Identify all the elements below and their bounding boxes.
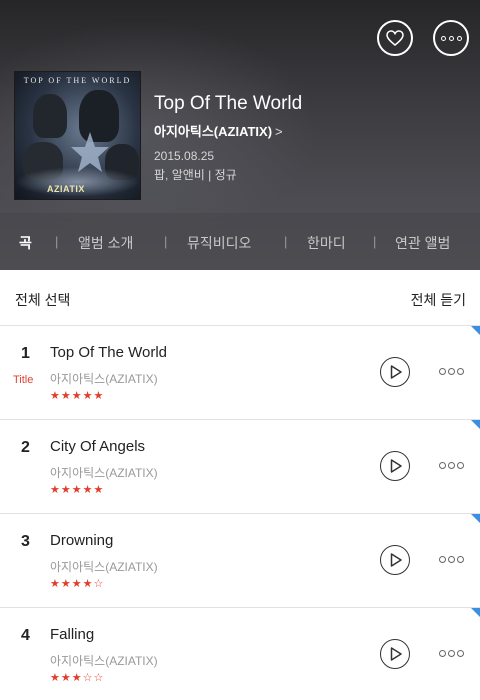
- star-filled-icon: ★: [60, 578, 71, 590]
- track-row[interactable]: 1 Title Top Of The World 아지아틱스(AZIATIX) …: [0, 326, 480, 420]
- track-row[interactable]: 3 Drowning 아지아틱스(AZIATIX) ★ ★ ★ ★ ☆: [0, 514, 480, 608]
- star-empty-icon: ☆: [93, 578, 104, 590]
- star-filled-icon: ★: [82, 484, 93, 496]
- play-all-button[interactable]: 전체 듣기: [411, 290, 466, 310]
- tab-separator: |: [55, 234, 59, 249]
- track-artist: 아지아틱스(AZIATIX): [50, 466, 158, 480]
- chevron-right-icon: >: [275, 124, 283, 139]
- more-options-button[interactable]: [433, 20, 469, 56]
- play-icon: [390, 647, 402, 661]
- track-number: 2: [21, 439, 30, 456]
- corner-marker: [471, 514, 480, 523]
- more-dots-icon[interactable]: [439, 462, 464, 469]
- star-filled-icon: ★: [93, 484, 104, 496]
- star-filled-icon: ★: [71, 390, 82, 402]
- star-filled-icon: ★: [93, 390, 104, 402]
- more-dots-icon: [440, 35, 462, 41]
- more-dots-icon[interactable]: [439, 368, 464, 375]
- star-filled-icon: ★: [50, 390, 60, 402]
- tab-music-video[interactable]: 뮤직비디오: [187, 233, 251, 253]
- play-icon: [390, 553, 402, 567]
- rating-stars: ★ ★ ★ ★ ★: [50, 484, 103, 496]
- tab-separator: |: [284, 234, 288, 249]
- rating-stars: ★ ★ ★ ☆ ☆: [50, 672, 103, 684]
- corner-marker: [471, 420, 480, 429]
- tab-separator: |: [164, 234, 168, 249]
- album-header: TOP OF THE WORLD AZIATIX Top Of The Worl…: [0, 0, 480, 270]
- more-dots-icon[interactable]: [439, 556, 464, 563]
- tab-songs[interactable]: 곡: [19, 233, 32, 253]
- more-dots-icon[interactable]: [439, 650, 464, 657]
- track-title: Falling: [50, 626, 95, 643]
- star-empty-icon: ☆: [82, 672, 93, 684]
- star-filled-icon: ★: [71, 578, 82, 590]
- star-filled-icon: ★: [82, 578, 93, 590]
- track-number: 3: [21, 533, 30, 550]
- play-button[interactable]: [380, 451, 410, 481]
- heart-icon: [386, 30, 404, 46]
- tab-separator: |: [373, 234, 377, 249]
- title-track-badge: Title: [13, 374, 34, 386]
- track-artist: 아지아틱스(AZIATIX): [50, 372, 158, 386]
- tab-album-intro[interactable]: 앨범 소개: [78, 233, 133, 253]
- album-artist-name: 아지아틱스(AZIATIX): [154, 124, 273, 139]
- track-title: City Of Angels: [50, 438, 146, 455]
- release-date: 2015.08.25: [154, 149, 215, 163]
- track-row[interactable]: 4 Falling 아지아틱스(AZIATIX) ★ ★ ★ ☆ ☆: [0, 608, 480, 700]
- track-number: 4: [21, 627, 30, 644]
- album-cover[interactable]: TOP OF THE WORLD AZIATIX: [14, 71, 141, 200]
- star-empty-icon: ☆: [93, 672, 104, 684]
- star-filled-icon: ★: [60, 390, 71, 402]
- rating-stars: ★ ★ ★ ★ ★: [50, 390, 103, 402]
- play-icon: [390, 459, 402, 473]
- star-filled-icon: ★: [60, 672, 71, 684]
- star-filled-icon: ★: [50, 578, 60, 590]
- corner-marker: [471, 608, 480, 617]
- track-title: Drowning: [50, 532, 114, 549]
- star-filled-icon: ★: [71, 672, 82, 684]
- star-filled-icon: ★: [60, 484, 71, 496]
- track-row[interactable]: 2 City Of Angels 아지아틱스(AZIATIX) ★ ★ ★ ★ ★: [0, 420, 480, 514]
- corner-marker: [471, 326, 480, 335]
- album-genre-type: 팝, 알앤비 | 정규: [154, 168, 237, 182]
- track-title: Top Of The World: [50, 344, 167, 361]
- play-icon: [390, 365, 402, 379]
- star-filled-icon: ★: [50, 484, 60, 496]
- album-title: Top Of The World: [154, 93, 303, 114]
- select-all-button[interactable]: 전체 선택: [15, 290, 70, 310]
- star-filled-icon: ★: [50, 672, 60, 684]
- play-button[interactable]: [380, 545, 410, 575]
- star-filled-icon: ★: [71, 484, 82, 496]
- tab-comments[interactable]: 한마디: [307, 233, 346, 253]
- cover-logo: AZIATIX: [47, 184, 85, 194]
- track-number: 1: [21, 345, 30, 362]
- play-button[interactable]: [380, 357, 410, 387]
- star-filled-icon: ★: [82, 390, 93, 402]
- play-button[interactable]: [380, 639, 410, 669]
- track-artist: 아지아틱스(AZIATIX): [50, 654, 158, 668]
- cover-title-text: TOP OF THE WORLD: [23, 76, 132, 85]
- list-toolbar: 전체 선택 전체 듣기: [0, 270, 480, 326]
- album-tabs: 곡 | 앨범 소개 | 뮤직비디오 | 한마디 | 연관 앨범: [0, 213, 480, 270]
- tab-related-albums[interactable]: 연관 앨범: [395, 233, 450, 253]
- track-artist: 아지아틱스(AZIATIX): [50, 560, 158, 574]
- rating-stars: ★ ★ ★ ★ ☆: [50, 578, 103, 590]
- album-artist-link[interactable]: 아지아틱스(AZIATIX) >: [154, 121, 283, 140]
- like-button[interactable]: [377, 20, 413, 56]
